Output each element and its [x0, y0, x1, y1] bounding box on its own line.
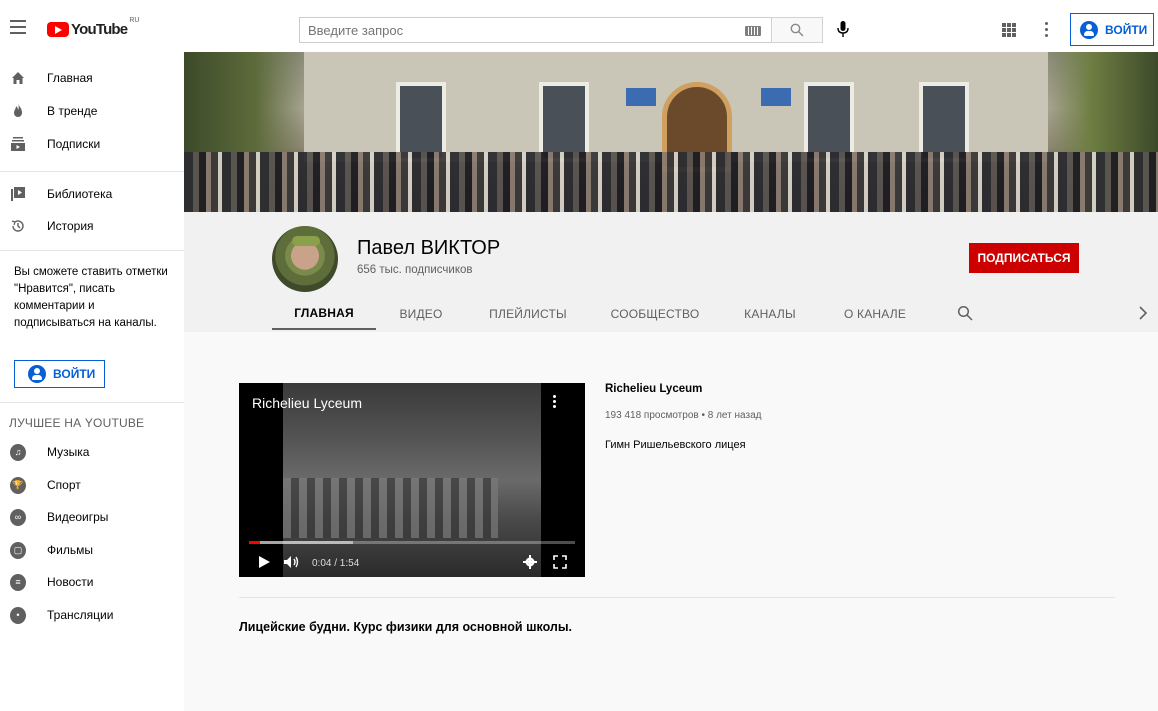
- chevron-right-icon[interactable]: [1137, 306, 1149, 320]
- news-icon: ≡: [10, 573, 26, 591]
- video-frame-building: [283, 478, 498, 538]
- history-icon: [11, 220, 24, 232]
- sidebar-divider: [0, 402, 184, 403]
- settings-gear-icon[interactable]: [523, 555, 537, 569]
- tab-videos[interactable]: ВИДЕО: [390, 298, 452, 330]
- sidebar-item-label: Фильмы: [47, 543, 93, 557]
- music-icon: ♫: [10, 443, 26, 461]
- tab-about[interactable]: О КАНАЛЕ: [835, 298, 915, 330]
- sidebar-item-trending[interactable]: В тренде: [0, 95, 184, 127]
- sidebar-item-label: История: [47, 219, 94, 233]
- sidebar-item-label: В тренде: [47, 104, 98, 118]
- apps-grid-icon[interactable]: [1002, 23, 1016, 37]
- microphone-icon[interactable]: [834, 20, 852, 38]
- banner-window: [396, 82, 446, 162]
- sidebar-item-label: Видеоигры: [47, 510, 109, 524]
- channel-name: Павел ВИКТОР: [357, 237, 501, 259]
- home-icon: [12, 72, 24, 84]
- sidebar-item-subscriptions[interactable]: Подписки: [0, 128, 184, 160]
- keyboard-icon[interactable]: [745, 26, 761, 36]
- video-description: Гимн Ришельевского лицея: [605, 439, 746, 451]
- logo-region: RU: [129, 17, 140, 24]
- sidebar-item-history[interactable]: История: [0, 210, 184, 242]
- sidebar-item-label: Музыка: [47, 445, 90, 459]
- library-icon: [11, 187, 25, 201]
- sidebar-item-sports[interactable]: 🏆 Спорт: [0, 469, 184, 501]
- fullscreen-icon[interactable]: [553, 555, 567, 569]
- top-bar: YouTube RU ВОЙТИ: [0, 0, 1158, 56]
- film-icon: ▢: [10, 541, 26, 559]
- banner-sign: [761, 88, 791, 106]
- banner-window: [539, 82, 589, 162]
- volume-icon[interactable]: [283, 555, 301, 569]
- settings-more-icon[interactable]: [1045, 22, 1049, 38]
- sidebar: Главная В тренде Подписки Библиотека Ист…: [0, 56, 184, 711]
- menu-icon[interactable]: [10, 20, 26, 34]
- gamepad-icon: ∞: [10, 508, 26, 526]
- video-title[interactable]: Richelieu Lyceum: [605, 383, 702, 395]
- player-title[interactable]: Richelieu Lyceum: [252, 395, 362, 411]
- tab-channels[interactable]: КАНАЛЫ: [733, 298, 807, 330]
- sidebar-item-label: Библиотека: [47, 187, 113, 201]
- channel-banner: [184, 52, 1158, 212]
- signin-label: ВОЙТИ: [53, 367, 96, 381]
- search-button[interactable]: [771, 17, 823, 43]
- search-icon: [790, 23, 804, 37]
- sidebar-item-music[interactable]: ♫ Музыка: [0, 436, 184, 468]
- search-box: [299, 17, 771, 43]
- tab-home[interactable]: ГЛАВНАЯ: [272, 298, 376, 330]
- account-icon: [28, 365, 46, 383]
- play-icon[interactable]: [257, 555, 271, 569]
- sidebar-item-label: Новости: [47, 575, 94, 589]
- video-player[interactable]: Richelieu Lyceum 0:04 / 1:54: [239, 383, 585, 577]
- channel-search-icon[interactable]: [957, 305, 973, 321]
- sidebar-item-gaming[interactable]: ∞ Видеоигры: [0, 501, 184, 533]
- sidebar-signin-button[interactable]: ВОЙТИ: [14, 360, 105, 388]
- banner-crowd: [184, 152, 1158, 212]
- account-icon: [1080, 20, 1098, 39]
- sidebar-item-label: Подписки: [47, 137, 101, 151]
- subscriber-count: 656 тыс. подписчиков: [357, 264, 473, 276]
- buffer-bar: [249, 541, 354, 544]
- sidebar-divider: [0, 250, 184, 251]
- subscriptions-icon: [11, 137, 25, 151]
- progress-fill: [249, 541, 261, 544]
- sidebar-item-movies[interactable]: ▢ Фильмы: [0, 534, 184, 566]
- banner-window: [804, 82, 854, 162]
- video-meta: 193 418 просмотров • 8 лет назад: [605, 410, 762, 421]
- flame-icon: [14, 104, 22, 117]
- signin-label: ВОЙТИ: [1105, 22, 1148, 37]
- logo-text: YouTube: [71, 21, 128, 38]
- trophy-icon: 🏆: [10, 476, 26, 494]
- banner-sign: [626, 88, 656, 106]
- youtube-play-icon: [47, 22, 69, 37]
- sidebar-item-news[interactable]: ≡ Новости: [0, 566, 184, 598]
- sidebar-item-live[interactable]: • Трансляции: [0, 599, 184, 631]
- sidebar-divider: [0, 171, 184, 172]
- tab-playlists[interactable]: ПЛЕЙЛИСТЫ: [480, 298, 576, 330]
- player-more-icon[interactable]: [553, 395, 557, 411]
- best-of-youtube-heading: ЛУЧШЕЕ НА YOUTUBE: [9, 416, 145, 430]
- sidebar-item-library[interactable]: Библиотека: [0, 178, 184, 210]
- player-time: 0:04 / 1:54: [312, 558, 360, 569]
- progress-bar[interactable]: [249, 541, 575, 544]
- channel-avatar[interactable]: [272, 226, 338, 292]
- shelf-title[interactable]: Лицейские будни. Курс физики для основно…: [239, 620, 572, 634]
- sidebar-item-label: Спорт: [47, 478, 81, 492]
- subscribe-button[interactable]: ПОДПИСАТЬСЯ: [969, 243, 1079, 273]
- sidebar-item-home[interactable]: Главная: [0, 62, 184, 94]
- search-input[interactable]: [300, 18, 771, 42]
- section-divider: [239, 597, 1115, 598]
- banner-window: [919, 82, 969, 162]
- youtube-logo[interactable]: YouTube RU: [47, 17, 139, 38]
- live-icon: •: [10, 606, 26, 624]
- sidebar-item-label: Трансляции: [47, 608, 114, 622]
- signin-note: Вы сможете ставить отметки "Нравится", п…: [14, 266, 168, 329]
- tab-community[interactable]: СООБЩЕСТВО: [605, 298, 705, 330]
- sidebar-item-label: Главная: [47, 71, 93, 85]
- signin-button[interactable]: ВОЙТИ: [1070, 13, 1154, 46]
